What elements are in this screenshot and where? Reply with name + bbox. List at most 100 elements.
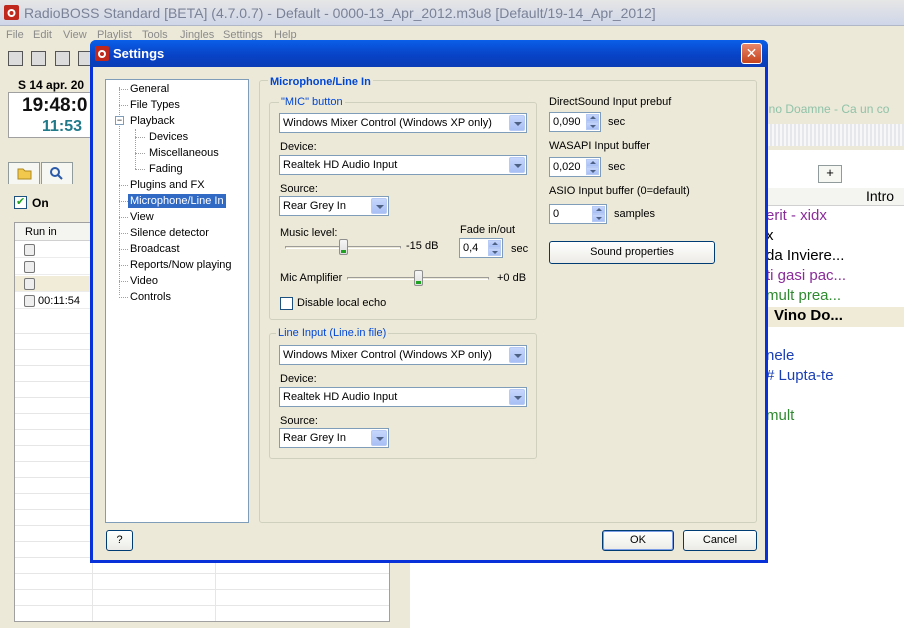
line-device-select[interactable]: Realtek HD Audio Input: [279, 387, 527, 407]
now-playing-text: ino Doamne - Ca un co: [766, 102, 890, 116]
tree-item-devices[interactable]: Devices: [147, 130, 190, 144]
clock-display: 19:48:0 11:53: [8, 92, 100, 138]
ok-button[interactable]: OK: [602, 530, 674, 551]
music-level-thumb[interactable]: [339, 239, 348, 255]
spin-up-icon[interactable]: [488, 240, 501, 248]
menu-edit[interactable]: Edit: [33, 29, 52, 41]
tree-item-reports-now-playing[interactable]: Reports/Now playing: [128, 258, 234, 272]
intro-column-header[interactable]: Intro: [866, 188, 894, 204]
music-level-slider[interactable]: [285, 239, 401, 257]
menu-view[interactable]: View: [63, 29, 87, 41]
music-level-label: Music level:: [280, 227, 338, 239]
clock-remaining: 11:53: [42, 118, 83, 135]
folder-tab-icon[interactable]: [8, 162, 40, 184]
spin-down-icon[interactable]: [586, 122, 599, 130]
event-icon: [24, 278, 35, 290]
asio-spinner[interactable]: 0: [549, 204, 607, 224]
tree-item-file-types[interactable]: File Types: [128, 98, 182, 112]
mic-source-select[interactable]: Rear Grey In: [279, 196, 389, 216]
chevron-down-icon[interactable]: [371, 430, 387, 446]
playlist-row[interactable]: da Inviere...: [766, 247, 904, 267]
tree-item-general[interactable]: General: [128, 82, 171, 96]
disable-echo-checkbox[interactable]: [280, 297, 293, 310]
mic-mixer-select[interactable]: Windows Mixer Control (Windows XP only): [279, 113, 527, 133]
menu-file[interactable]: File: [6, 29, 24, 41]
tree-item-broadcast[interactable]: Broadcast: [128, 242, 182, 256]
settings-tree[interactable]: − General File Types Playback Devices Mi…: [105, 79, 249, 523]
playlist-row[interactable]: nele: [766, 347, 904, 367]
playlist-row[interactable]: [766, 387, 904, 407]
new-icon[interactable]: [8, 51, 23, 66]
close-icon: ✕: [745, 45, 758, 61]
tree-item-controls[interactable]: Controls: [128, 290, 173, 304]
fade-label: Fade in/out: [460, 224, 516, 236]
on-checkbox[interactable]: [14, 195, 27, 209]
radioboss-dialog-icon: [95, 46, 109, 61]
playlist-row[interactable]: [766, 327, 904, 347]
playlist-row[interactable]: ti gasi pac...: [766, 267, 904, 287]
tree-item-playback[interactable]: Playback: [128, 114, 177, 128]
tree-item-video[interactable]: Video: [128, 274, 160, 288]
search-tab-icon[interactable]: [41, 162, 73, 184]
help-button[interactable]: ?: [106, 530, 133, 551]
spin-down-icon[interactable]: [592, 214, 605, 222]
playlist-row[interactable]: Vino Do...: [766, 307, 904, 327]
playlist-row[interactable]: mult prea...: [766, 287, 904, 307]
dialog-body: − General File Types Playback Devices Mi…: [93, 67, 765, 560]
tree-item-microphone-line-in[interactable]: Microphone/Line In: [128, 194, 226, 208]
line-source-select[interactable]: Rear Grey In: [279, 428, 389, 448]
line-group-title: Line Input (Line.in file): [276, 327, 389, 339]
tree-line: [135, 129, 136, 169]
spin-up-icon[interactable]: [592, 206, 605, 214]
dialog-title-bar[interactable]: Settings ✕: [90, 40, 768, 67]
directsound-spinner[interactable]: 0,090: [549, 112, 601, 132]
tree-item-silence-detector[interactable]: Silence detector: [128, 226, 211, 240]
settings-dialog: Settings ✕ − General File Types Playback…: [90, 40, 768, 563]
waveform-strip: [766, 124, 904, 146]
playlist-row[interactable]: erit - xidx: [766, 207, 904, 227]
chevron-down-icon[interactable]: [371, 198, 387, 214]
event-icon: [24, 261, 35, 273]
playlist-header[interactable]: Intro: [766, 188, 904, 206]
sound-properties-button[interactable]: Sound properties: [549, 241, 715, 264]
open-icon[interactable]: [31, 51, 46, 66]
clock-time: 19:48:0: [22, 95, 88, 116]
mic-device-label: Device:: [280, 141, 317, 153]
mic-device-select[interactable]: Realtek HD Audio Input: [279, 155, 527, 175]
playlist-row[interactable]: mult: [766, 407, 904, 427]
wasapi-spinner[interactable]: 0,020: [549, 157, 601, 177]
wasapi-label: WASAPI Input buffer: [549, 140, 650, 152]
mic-amp-value: +0 dB: [497, 272, 527, 284]
chevron-down-icon[interactable]: [509, 115, 525, 131]
main-title-bar: RadioBOSS Standard [BETA] (4.7.0.7) - De…: [0, 0, 904, 26]
spin-up-icon[interactable]: [586, 114, 599, 122]
chevron-down-icon[interactable]: [509, 347, 525, 363]
fade-spinner[interactable]: 0,4: [459, 238, 503, 258]
disable-echo-label[interactable]: Disable local echo: [297, 297, 386, 309]
collapse-playback-icon[interactable]: −: [115, 116, 124, 125]
chevron-down-icon[interactable]: [509, 389, 525, 405]
line-mixer-select[interactable]: Windows Mixer Control (Windows XP only): [279, 345, 527, 365]
fade-value: 0,4: [463, 242, 479, 254]
close-button[interactable]: ✕: [741, 43, 762, 64]
playlist-row[interactable]: # Lupta-te: [766, 367, 904, 387]
tree-item-fading[interactable]: Fading: [147, 162, 185, 176]
add-playlist-tab-icon[interactable]: +: [818, 165, 842, 183]
mic-source-value: Rear Grey In: [283, 200, 346, 212]
tree-item-view[interactable]: View: [128, 210, 156, 224]
chevron-down-icon[interactable]: [509, 157, 525, 173]
mic-amp-thumb[interactable]: [414, 270, 423, 286]
playlist-row[interactable]: x: [766, 227, 904, 247]
cancel-button[interactable]: Cancel: [683, 530, 757, 551]
page-title: Microphone/Line In: [268, 76, 373, 88]
on-toggle[interactable]: On: [14, 194, 94, 212]
save-icon[interactable]: [55, 51, 70, 66]
spin-down-icon[interactable]: [586, 167, 599, 175]
mic-mixer-value: Windows Mixer Control (Windows XP only): [283, 117, 492, 129]
tree-item-miscellaneous[interactable]: Miscellaneous: [147, 146, 221, 160]
spin-up-icon[interactable]: [586, 159, 599, 167]
tree-item-plugins-fx[interactable]: Plugins and FX: [128, 178, 207, 192]
mic-amplifier-slider[interactable]: [347, 270, 489, 288]
spin-down-icon[interactable]: [488, 248, 501, 256]
dialog-title: Settings: [113, 46, 165, 61]
